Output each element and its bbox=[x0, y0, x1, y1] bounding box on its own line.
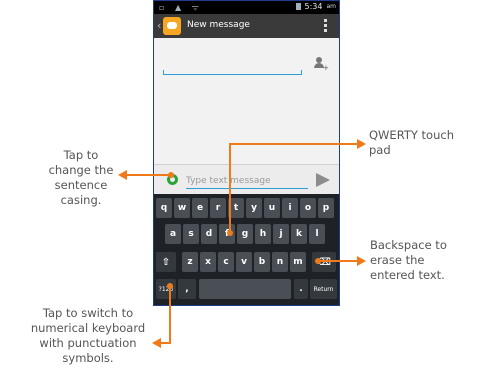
key-e[interactable]: e bbox=[192, 198, 208, 218]
numeric-line-2: numerical keyboard bbox=[30, 321, 146, 335]
compose-bar bbox=[154, 164, 339, 195]
numeric-arrow-dot bbox=[167, 283, 173, 289]
key-v[interactable]: v bbox=[236, 252, 252, 272]
status-icons: ▫ ▲ ᯤ bbox=[159, 3, 203, 12]
key-o[interactable]: o bbox=[300, 198, 316, 218]
key-s[interactable]: s bbox=[183, 224, 199, 244]
key-u[interactable]: u bbox=[264, 198, 280, 218]
case-line-3: sentence bbox=[54, 178, 108, 192]
battery-icon bbox=[295, 3, 301, 10]
add-contact-icon[interactable]: + bbox=[314, 57, 329, 72]
key-c[interactable]: c bbox=[218, 252, 234, 272]
status-bar: ▫ ▲ ᯤ 5:34 am bbox=[154, 1, 339, 14]
key-b[interactable]: b bbox=[254, 252, 270, 272]
numeric-arrow bbox=[152, 338, 161, 348]
numeric-annotation: Tap to switch to numerical keyboard with… bbox=[18, 306, 158, 366]
case-arrow-line bbox=[126, 174, 170, 176]
backspace-line-1: Backspace to bbox=[370, 238, 447, 252]
numeric-line-1: Tap to switch to bbox=[42, 306, 134, 320]
chevron-left-icon[interactable]: ‹ bbox=[157, 19, 161, 32]
key-k[interactable]: k bbox=[291, 224, 307, 244]
key-j[interactable]: j bbox=[273, 224, 289, 244]
qwerty-keyboard: q w e r t y u i o p a s d f g h j k l ⇧ … bbox=[154, 194, 339, 305]
key-z[interactable]: z bbox=[182, 252, 198, 272]
key-d[interactable]: d bbox=[201, 224, 217, 244]
backspace-arrow bbox=[357, 256, 366, 266]
space-key[interactable] bbox=[199, 279, 291, 299]
backspace-line-2: erase the bbox=[370, 253, 425, 267]
message-input[interactable] bbox=[186, 174, 308, 189]
page-title: New message bbox=[187, 20, 250, 30]
numeric-line-4: symbols. bbox=[62, 351, 114, 365]
key-i[interactable]: i bbox=[282, 198, 298, 218]
qwerty-arrow-dot bbox=[227, 230, 233, 236]
recipient-field[interactable] bbox=[163, 59, 302, 75]
key-q[interactable]: q bbox=[156, 198, 172, 218]
backspace-arrow-dot bbox=[315, 258, 321, 264]
overflow-menu-icon[interactable] bbox=[324, 19, 327, 33]
action-bar: ‹ New message bbox=[154, 14, 339, 38]
phone-screen: ▫ ▲ ᯤ 5:34 am ‹ New message + q w e r t … bbox=[153, 0, 340, 306]
case-line-2: change the bbox=[48, 163, 114, 177]
backspace-line-3: entered text. bbox=[370, 268, 445, 282]
case-arrow-dot bbox=[168, 172, 174, 178]
key-r[interactable]: r bbox=[210, 198, 226, 218]
backspace-annotation: Backspace to erase the entered text. bbox=[370, 238, 470, 283]
key-h[interactable]: h bbox=[255, 224, 271, 244]
key-g[interactable]: g bbox=[237, 224, 253, 244]
numeric-arrow-horizontal bbox=[160, 342, 171, 344]
case-annotation: Tap to change the sentence casing. bbox=[46, 148, 116, 208]
period-key[interactable]: . bbox=[294, 279, 308, 299]
key-p[interactable]: p bbox=[318, 198, 334, 218]
status-time: 5:34 bbox=[304, 2, 323, 11]
backspace-arrow-line bbox=[318, 260, 358, 262]
qwerty-arrow-vertical bbox=[229, 143, 231, 233]
numeric-mode-key[interactable]: ?123 bbox=[156, 279, 176, 299]
messaging-app-icon[interactable] bbox=[163, 17, 181, 35]
qwerty-line-2: pad bbox=[369, 143, 391, 157]
numeric-line-3: with punctuation bbox=[39, 336, 137, 350]
numeric-arrow-vertical bbox=[169, 285, 171, 344]
key-w[interactable]: w bbox=[174, 198, 190, 218]
qwerty-annotation: QWERTY touch pad bbox=[369, 128, 469, 158]
key-m[interactable]: m bbox=[290, 252, 306, 272]
qwerty-line-1: QWERTY touch bbox=[369, 128, 454, 142]
shift-icon: ⇧ bbox=[161, 256, 171, 268]
comma-key[interactable]: , bbox=[178, 279, 196, 299]
case-line-4: casing. bbox=[60, 193, 102, 207]
key-l[interactable]: l bbox=[309, 224, 325, 244]
qwerty-arrow bbox=[357, 139, 366, 149]
qwerty-arrow-horizontal bbox=[229, 143, 357, 145]
case-line-1: Tap to bbox=[63, 148, 99, 162]
return-key[interactable]: Return bbox=[310, 279, 337, 299]
status-ampm: am bbox=[326, 3, 336, 10]
shift-key[interactable]: ⇧ bbox=[156, 252, 176, 272]
key-n[interactable]: n bbox=[272, 252, 288, 272]
key-a[interactable]: a bbox=[165, 224, 181, 244]
key-y[interactable]: y bbox=[246, 198, 262, 218]
key-x[interactable]: x bbox=[200, 252, 216, 272]
send-icon[interactable] bbox=[316, 173, 330, 187]
